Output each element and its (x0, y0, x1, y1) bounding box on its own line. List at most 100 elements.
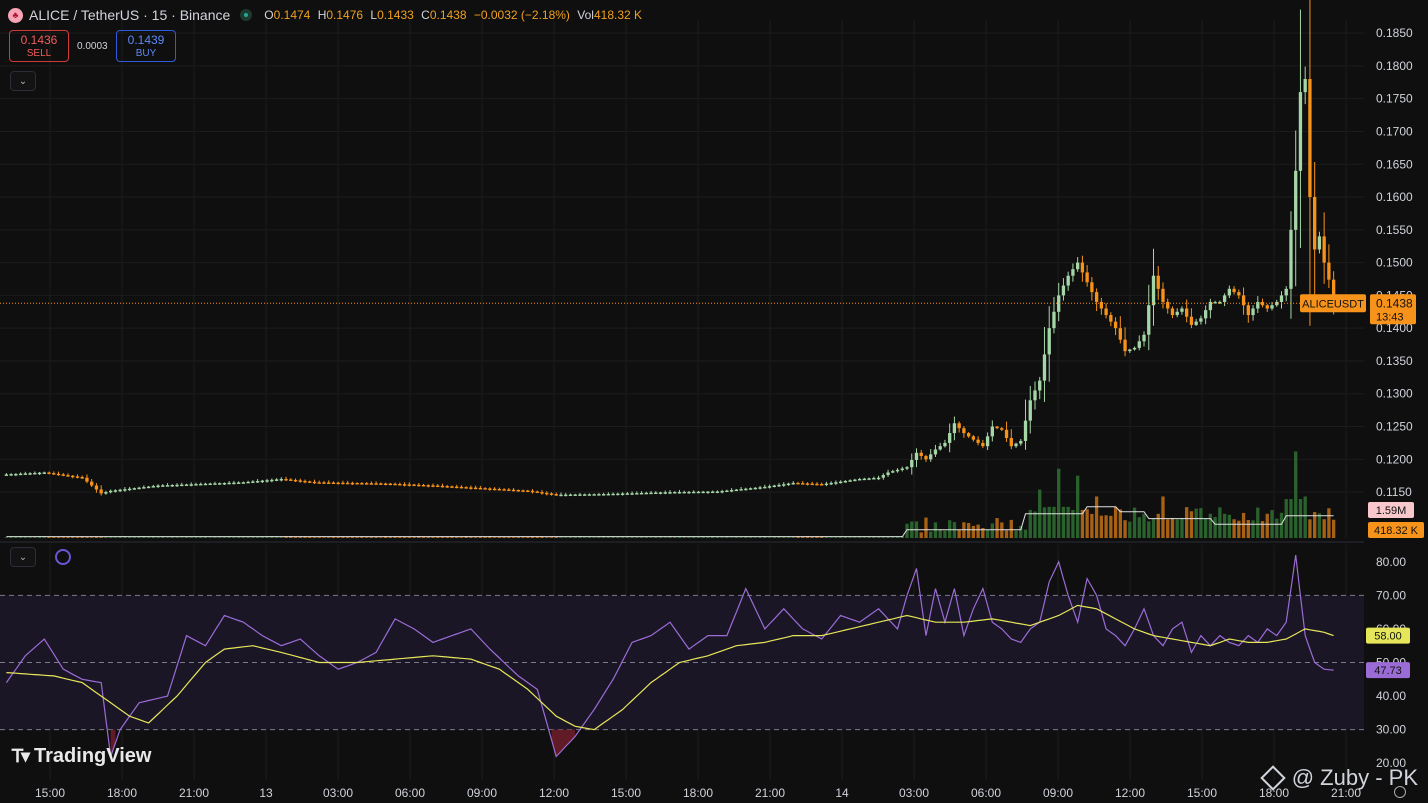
candle-body (663, 492, 667, 494)
volume-bar (1218, 507, 1222, 538)
candle-body (706, 491, 710, 494)
buy-button[interactable]: 0.1439 BUY (116, 30, 176, 62)
volume-bar (1142, 513, 1146, 538)
volume-bar (52, 537, 56, 538)
candle-body (1180, 308, 1184, 312)
candle-body (156, 485, 160, 488)
volume-bar (1289, 499, 1293, 538)
candle-body (1175, 311, 1179, 316)
volume-bar (1213, 517, 1217, 538)
candle-body (1185, 308, 1189, 317)
candle-body (767, 486, 772, 488)
candle-body (554, 494, 558, 496)
volume-bar (630, 537, 634, 538)
candle-body (886, 472, 890, 476)
candle-body (725, 490, 729, 493)
rsi-ma-value: 58.00 (1374, 631, 1402, 643)
candle-body (75, 476, 80, 478)
candle-body (924, 456, 928, 460)
refresh-icon[interactable] (55, 549, 71, 565)
candle-body (559, 494, 563, 497)
candle-body (127, 488, 132, 491)
time-tick-label: 15:00 (1187, 786, 1217, 800)
rsi-tick-label: 80.00 (1376, 555, 1406, 569)
candle-body (355, 482, 359, 485)
chart-legend: ♣ ALICE / TetherUS · 15 · Binance O0.147… (8, 6, 646, 24)
candle-body (440, 485, 445, 488)
candle-body (350, 482, 355, 485)
candle-body (843, 480, 848, 483)
time-tick-label: 14 (835, 786, 849, 800)
candle-body (445, 486, 449, 488)
volume-bar (208, 537, 212, 538)
candle-body (649, 492, 653, 495)
candle-body (402, 484, 407, 486)
candle-body (1265, 305, 1269, 309)
volume-bar (583, 537, 587, 538)
candle-body (218, 483, 222, 485)
candle-body (782, 484, 786, 486)
symbol-title[interactable]: ALICE / TetherUS · 15 · Binance (29, 7, 230, 23)
candle-body (1161, 288, 1165, 302)
sell-button[interactable]: 0.1436 SELL (9, 30, 69, 62)
volume-bar (995, 518, 999, 538)
volume-bar (1265, 513, 1269, 538)
volume-bar (1085, 509, 1089, 538)
candle-body (952, 423, 957, 434)
volume-bar (1000, 522, 1004, 538)
candle-body (180, 484, 184, 487)
candle-body (838, 481, 843, 484)
candle-body (303, 480, 307, 483)
volume-bar (767, 537, 772, 538)
volume-bar (1161, 496, 1165, 538)
volume-bar (1208, 513, 1213, 538)
volume-bar (492, 537, 497, 538)
candle-body (1033, 390, 1037, 401)
candle-body (919, 452, 923, 457)
candle-body (564, 494, 568, 497)
candle-body (170, 484, 174, 487)
volume-bar (1170, 517, 1175, 538)
candle-body (957, 423, 961, 429)
candle-body (654, 492, 658, 495)
candle-body (232, 482, 236, 485)
candle-body (222, 482, 227, 485)
candle-body (1199, 318, 1203, 322)
candle-body (270, 479, 274, 482)
candle-body (1080, 262, 1085, 273)
time-tick-label: 21:00 (755, 786, 785, 800)
collapse-rsi-button[interactable]: ⌄ (10, 547, 36, 567)
volume-bar (549, 537, 554, 538)
volume-bar (1327, 508, 1331, 538)
volume-bar (886, 536, 890, 538)
gear-icon[interactable] (1394, 786, 1406, 798)
candle-body (1038, 380, 1042, 391)
candle-body (1232, 288, 1236, 293)
candle-body (1194, 321, 1198, 325)
candle-body (364, 483, 369, 485)
volume-bar (1317, 513, 1322, 538)
candle-body (274, 479, 279, 481)
candle-body (246, 481, 250, 484)
candle-body (867, 478, 871, 480)
candle-body (459, 486, 464, 489)
volume-bar (966, 523, 971, 538)
candle-body (1303, 79, 1307, 93)
candle-body (1147, 305, 1151, 335)
volume-bar (4, 537, 9, 538)
volume-bar (1147, 521, 1151, 538)
candle-body (1170, 308, 1175, 316)
volume-bar (990, 523, 994, 538)
candle-body (1000, 428, 1004, 430)
chart-canvas[interactable]: 0.1850 0.1800 0.1750 0.1700 0.1650 0.1600 0.15… (0, 0, 1428, 803)
volume-bar (1113, 506, 1118, 538)
volume-bar (1166, 519, 1170, 538)
volume-bar (175, 536, 179, 538)
volume-bar (113, 537, 118, 538)
candle-body (1317, 236, 1322, 250)
candle-body (28, 473, 32, 475)
symbol-tag-text: ALICEUSDT (1302, 298, 1364, 310)
candle-body (236, 482, 241, 484)
volume-bar (881, 537, 885, 538)
collapse-legend-button[interactable]: ⌄ (10, 71, 36, 91)
